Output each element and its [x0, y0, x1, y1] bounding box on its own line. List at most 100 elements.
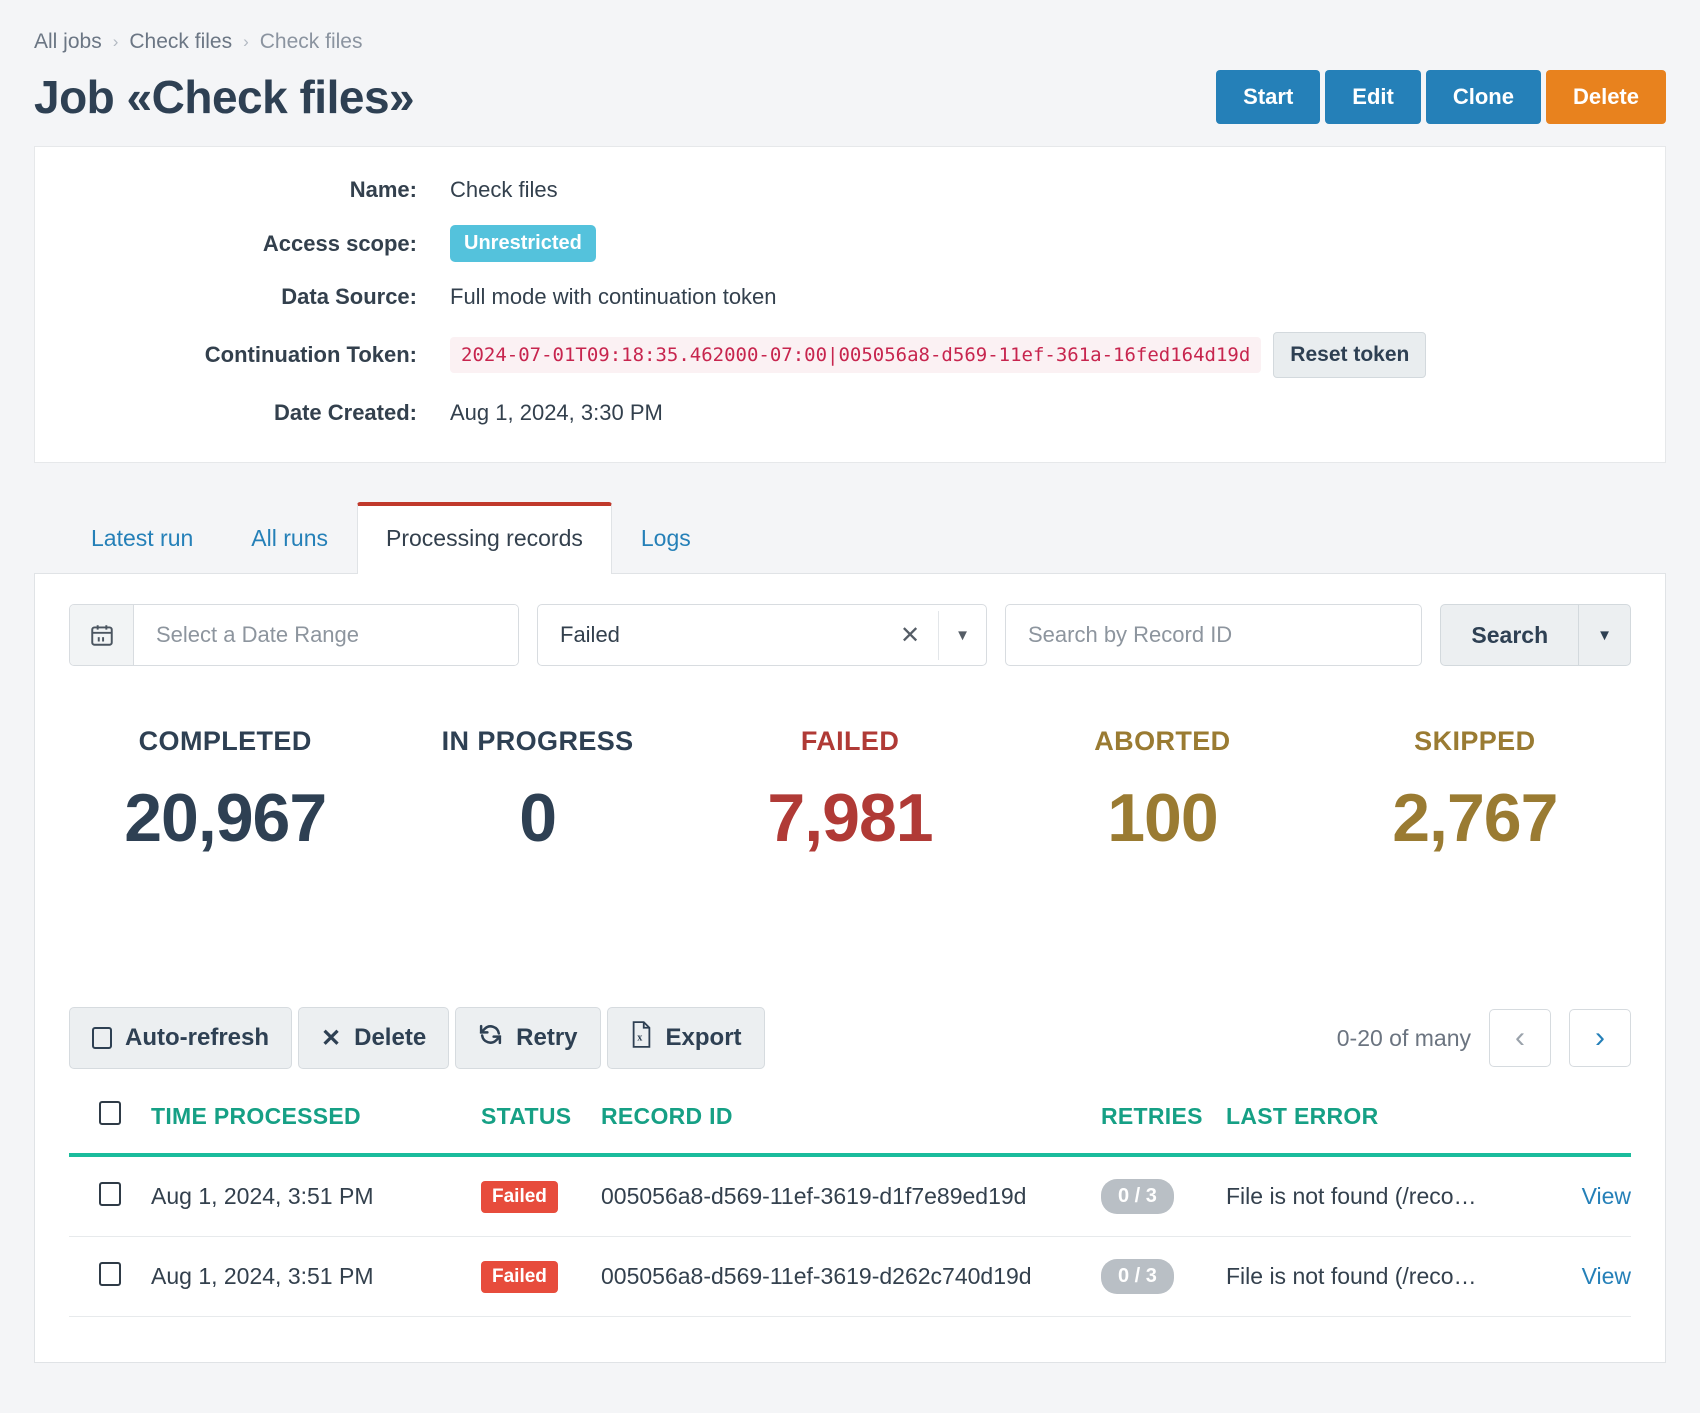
- breadcrumb-item-all-jobs[interactable]: All jobs: [34, 30, 102, 54]
- retries-badge: 0 / 3: [1101, 1259, 1174, 1294]
- search-button[interactable]: Search: [1440, 604, 1580, 666]
- view-record-link[interactable]: View: [1582, 1263, 1631, 1289]
- column-view: [1531, 1101, 1631, 1157]
- search-options-chevron-down-icon[interactable]: ▼: [1579, 604, 1631, 666]
- edit-button[interactable]: Edit: [1325, 70, 1421, 124]
- row-view-cell: View: [1531, 1155, 1631, 1237]
- row-retries: 0 / 3: [1101, 1236, 1226, 1317]
- reset-token-button[interactable]: Reset token: [1273, 332, 1427, 378]
- stat-aborted-value: 100: [1107, 780, 1218, 856]
- records-table-body: Aug 1, 2024, 3:51 PM Failed 005056a8-d56…: [69, 1155, 1631, 1317]
- continuation-token-label: Continuation Token:: [204, 342, 417, 367]
- info-row-data-source: Data Source: Full mode with continuation…: [35, 284, 1665, 310]
- svg-text:x: x: [637, 1033, 642, 1044]
- tab-bar: Latest run All runs Processing records L…: [34, 501, 1666, 574]
- retry-records-button[interactable]: Retry: [455, 1007, 601, 1069]
- column-retries[interactable]: RETRIES: [1101, 1101, 1226, 1157]
- chevron-right-icon[interactable]: ›: [1569, 1009, 1631, 1067]
- refresh-icon: [478, 1022, 503, 1054]
- row-time-processed: Aug 1, 2024, 3:51 PM: [151, 1155, 481, 1237]
- clone-button[interactable]: Clone: [1425, 70, 1541, 124]
- stat-skipped-label: SKIPPED: [1414, 726, 1536, 756]
- job-detail-page: All jobs › Check files › Check files Job…: [0, 0, 1700, 1363]
- breadcrumb-item-check-files[interactable]: Check files: [129, 30, 232, 54]
- delete-records-button[interactable]: ✕ Delete: [298, 1007, 450, 1069]
- row-status: Failed: [481, 1236, 601, 1317]
- view-record-link[interactable]: View: [1582, 1183, 1631, 1209]
- data-source-value: Full mode with continuation token: [450, 284, 777, 309]
- tab-logs[interactable]: Logs: [612, 502, 720, 574]
- excel-file-icon: x: [630, 1021, 653, 1055]
- access-scope-value: Unrestricted: [450, 225, 596, 262]
- row-checkbox[interactable]: [99, 1261, 121, 1286]
- date-range-picker[interactable]: [69, 604, 519, 666]
- status-filter-select[interactable]: Failed ✕ ▼: [537, 604, 987, 666]
- clear-icon[interactable]: ✕: [882, 621, 938, 650]
- records-table: TIME PROCESSED STATUS RECORD ID RETRIES …: [69, 1101, 1631, 1317]
- table-row[interactable]: Aug 1, 2024, 3:51 PM Failed 005056a8-d56…: [69, 1155, 1631, 1237]
- records-toolbar: Auto-refresh ✕ Delete Retry x Export 0-2…: [69, 1007, 1631, 1069]
- row-view-cell: View: [1531, 1236, 1631, 1317]
- status-filter-value: Failed: [560, 622, 620, 647]
- select-all-checkbox[interactable]: [99, 1101, 121, 1125]
- tab-latest-run[interactable]: Latest run: [62, 502, 222, 574]
- breadcrumb: All jobs › Check files › Check files: [34, 0, 1666, 54]
- stat-completed-label: COMPLETED: [138, 726, 312, 756]
- chevron-down-icon[interactable]: ▼: [938, 610, 986, 660]
- column-status[interactable]: STATUS: [481, 1101, 601, 1157]
- records-table-head: TIME PROCESSED STATUS RECORD ID RETRIES …: [69, 1101, 1631, 1157]
- search-input[interactable]: [1005, 604, 1423, 666]
- checkbox-icon: [92, 1027, 112, 1049]
- filter-bar: Failed ✕ ▼ Search ▼: [69, 604, 1631, 666]
- stat-failed-value: 7,981: [767, 780, 933, 856]
- export-records-label: Export: [665, 1024, 742, 1051]
- date-range-input[interactable]: [134, 605, 518, 665]
- delete-records-label: Delete: [354, 1024, 427, 1051]
- info-row-date-created: Date Created: Aug 1, 2024, 3:30 PM: [35, 400, 1665, 426]
- row-record-id: 005056a8-d569-11ef-3619-d262c740d19d: [601, 1236, 1101, 1317]
- info-row-access-scope: Access scope: Unrestricted: [35, 225, 1665, 262]
- select-all-header: [69, 1101, 151, 1157]
- export-records-button[interactable]: x Export: [606, 1007, 765, 1069]
- tab-all-runs[interactable]: All runs: [222, 502, 357, 574]
- row-record-id: 005056a8-d569-11ef-3619-d1f7e89ed19d: [601, 1155, 1101, 1237]
- status-badge: Unrestricted: [450, 225, 596, 262]
- status-badge: Failed: [481, 1180, 558, 1213]
- delete-button[interactable]: Delete: [1545, 70, 1666, 124]
- row-status: Failed: [481, 1155, 601, 1237]
- start-button[interactable]: Start: [1216, 70, 1321, 124]
- retries-badge: 0 / 3: [1101, 1179, 1174, 1214]
- access-scope-label: Access scope:: [262, 230, 417, 256]
- page-header: Job «Check files» Start Edit Clone Delet…: [34, 70, 1666, 146]
- column-time-processed[interactable]: TIME PROCESSED: [151, 1101, 481, 1157]
- row-select-cell: [69, 1155, 151, 1237]
- chevron-right-icon: ›: [243, 32, 249, 51]
- calendar-icon[interactable]: [70, 605, 134, 665]
- date-created-label: Date Created:: [273, 400, 417, 425]
- retry-records-label: Retry: [516, 1024, 578, 1051]
- row-checkbox[interactable]: [99, 1181, 121, 1206]
- stats-summary: COMPLETED 20,967 IN PROGRESS 0 FAILED 7,…: [69, 726, 1631, 857]
- processing-records-panel: Failed ✕ ▼ Search ▼ COMPLETED 20,967 IN …: [34, 573, 1666, 1363]
- breadcrumb-item-current: Check files: [259, 30, 363, 53]
- stat-skipped: SKIPPED 2,767: [1319, 726, 1631, 857]
- row-retries: 0 / 3: [1101, 1155, 1226, 1237]
- table-header-row: TIME PROCESSED STATUS RECORD ID RETRIES …: [69, 1101, 1631, 1157]
- auto-refresh-button[interactable]: Auto-refresh: [69, 1007, 293, 1069]
- column-last-error[interactable]: LAST ERROR: [1226, 1101, 1531, 1157]
- table-row[interactable]: Aug 1, 2024, 3:51 PM Failed 005056a8-d56…: [69, 1236, 1631, 1317]
- search-button-group: Search ▼: [1440, 604, 1631, 666]
- stat-completed: COMPLETED 20,967: [69, 726, 381, 857]
- column-record-id[interactable]: RECORD ID: [601, 1101, 1101, 1157]
- chevron-left-icon[interactable]: ‹: [1489, 1009, 1551, 1067]
- info-row-name: Name: Check files: [35, 177, 1665, 203]
- tab-processing-records[interactable]: Processing records: [357, 502, 612, 574]
- job-info-card: Name: Check files Access scope: Unrestri…: [34, 146, 1666, 463]
- row-last-error: File is not found (/reco…: [1226, 1155, 1531, 1237]
- close-icon: ✕: [321, 1024, 342, 1052]
- stat-failed-label: FAILED: [800, 726, 900, 756]
- stat-completed-value: 20,967: [124, 780, 327, 856]
- continuation-token-value: 2024-07-01T09:18:35.462000-07:00|005056a…: [450, 332, 1427, 378]
- stat-skipped-value: 2,767: [1392, 780, 1558, 856]
- row-time-processed: Aug 1, 2024, 3:51 PM: [151, 1236, 481, 1317]
